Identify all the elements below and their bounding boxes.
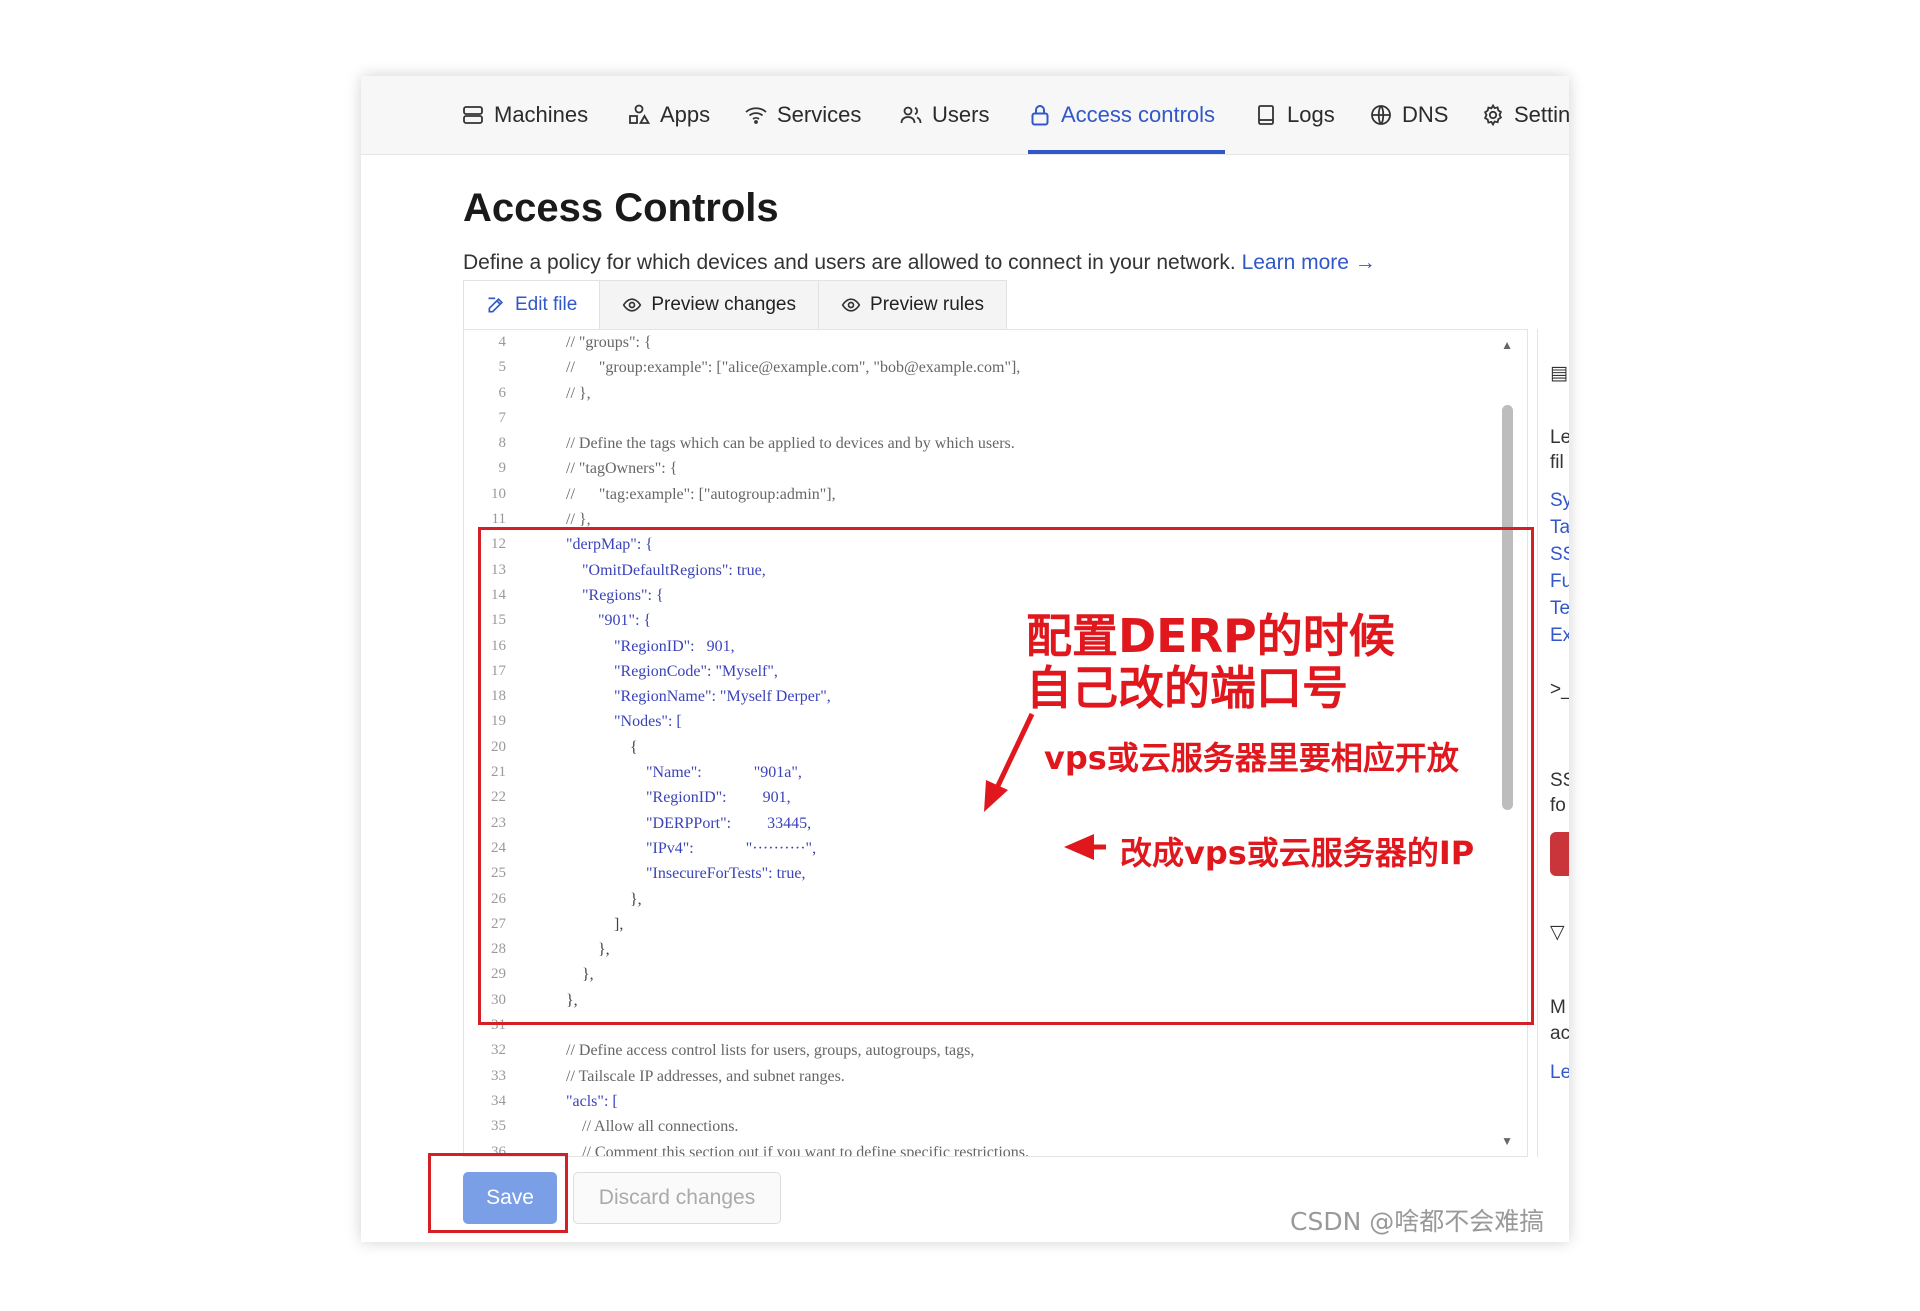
line-text: // Allow all connections. xyxy=(566,1118,739,1136)
save-highlight-box xyxy=(428,1153,568,1233)
side-text: fo xyxy=(1550,795,1566,816)
line-text: // Comment this section out if you want … xyxy=(566,1143,1030,1157)
nav-label: Users xyxy=(932,102,990,127)
tab-label: Edit file xyxy=(515,294,578,315)
watermark: CSDN @啥都不会难搞 xyxy=(1290,1207,1545,1236)
scroll-down-arrow-icon[interactable]: ▼ xyxy=(1501,1134,1513,1148)
side-action-button[interactable] xyxy=(1550,832,1569,876)
line-number: 5 xyxy=(498,359,507,376)
scroll-up-arrow-icon[interactable]: ▲ xyxy=(1501,338,1513,352)
globe-icon xyxy=(1371,105,1391,125)
lock-icon xyxy=(1031,105,1049,126)
side-link[interactable]: Ex xyxy=(1550,625,1569,647)
tab-preview-rules[interactable]: Preview rules xyxy=(819,280,1008,329)
line-number: 10 xyxy=(491,485,506,502)
top-nav: Machines Apps Services Users Access cont… xyxy=(361,76,1569,155)
machines-icon xyxy=(463,106,483,124)
annotation-port-note: vps或云服务器里要相应开放 xyxy=(1044,739,1459,777)
nav-label: Settin xyxy=(1514,102,1569,127)
apps-icon xyxy=(629,104,651,124)
line-number: 35 xyxy=(491,1118,506,1135)
line-text: "acls": [ xyxy=(566,1092,618,1110)
side-link[interactable]: Le xyxy=(1550,1062,1569,1084)
nav-label: DNS xyxy=(1402,102,1449,127)
line-number: 6 xyxy=(498,384,507,401)
nav-label: Logs xyxy=(1287,102,1335,127)
line-text: // "group:example": ["alice@example.com"… xyxy=(566,359,1021,377)
line-text: // Define the tags which can be applied … xyxy=(566,435,1015,453)
line-text: // "tag:example": ["autogroup:admin"], xyxy=(566,485,836,503)
side-text: SS xyxy=(1550,770,1569,791)
line-number: 9 xyxy=(498,460,507,477)
nav-label: Access controls xyxy=(1061,102,1216,127)
editor-tabs: Edit file Preview changes Preview rules xyxy=(463,280,1008,329)
document-icon: ▤ xyxy=(1550,363,1568,384)
nav-dns[interactable]: DNS xyxy=(1369,102,1448,128)
nav-label: Services xyxy=(777,102,862,127)
page-description: Define a policy for which devices and us… xyxy=(463,251,1376,275)
nav-users[interactable]: Users xyxy=(899,102,989,128)
nav-services[interactable]: Services xyxy=(744,102,861,128)
annotation-ip-note: 改成vps或云服务器的IP xyxy=(1120,834,1475,872)
line-number: 7 xyxy=(498,409,507,426)
side-link[interactable]: Ta xyxy=(1550,517,1569,539)
nav-access-controls[interactable]: Access controls xyxy=(1028,102,1215,128)
logs-icon xyxy=(1258,105,1274,125)
line-number: 8 xyxy=(498,435,507,452)
edit-icon xyxy=(488,297,504,313)
tab-edit-file[interactable]: Edit file xyxy=(463,280,601,329)
line-text: // Define access control lists for users… xyxy=(566,1042,975,1060)
nav-apps[interactable]: Apps xyxy=(627,102,710,128)
line-number: 4 xyxy=(498,334,507,350)
learn-more-link[interactable]: Learn more → xyxy=(1242,251,1376,274)
line-text: // Tailscale IP addresses, and subnet ra… xyxy=(566,1067,845,1085)
gear-icon xyxy=(1483,103,1503,127)
line-text: // "tagOwners": { xyxy=(566,460,678,478)
tab-label: Preview rules xyxy=(870,294,985,315)
line-number: 33 xyxy=(491,1067,506,1084)
line-number: 32 xyxy=(491,1042,506,1059)
line-text: // }, xyxy=(566,384,591,402)
side-link[interactable]: SS xyxy=(1550,544,1569,566)
side-text: Le xyxy=(1550,427,1569,448)
annotation-title-line2: 自己改的端口号 xyxy=(1026,661,1348,715)
side-panel: ▤ Le fil Sy Ta SS Fu Te Ex >_ SS fo ▽ M … xyxy=(1537,329,1569,1157)
description-text: Define a policy for which devices and us… xyxy=(463,251,1236,274)
users-icon xyxy=(900,106,922,124)
nav-label: Machines xyxy=(494,102,589,127)
line-text: // "groups": { xyxy=(566,334,652,351)
tab-preview-changes[interactable]: Preview changes xyxy=(600,280,820,329)
side-text: fil xyxy=(1550,452,1564,473)
discard-changes-button[interactable]: Discard changes xyxy=(573,1172,781,1224)
side-text: M xyxy=(1550,997,1566,1018)
nav-settings[interactable]: Settin xyxy=(1481,102,1569,128)
eye-icon xyxy=(623,298,642,312)
nav-logs[interactable]: Logs xyxy=(1254,102,1335,128)
eye-icon xyxy=(841,298,861,312)
wifi-icon xyxy=(745,107,767,124)
nav-label: Apps xyxy=(660,102,711,127)
side-text: ac xyxy=(1550,1023,1569,1044)
active-tab-indicator xyxy=(1028,150,1225,154)
tab-label: Preview changes xyxy=(651,294,797,315)
side-link[interactable]: Te xyxy=(1550,598,1569,620)
terminal-icon: >_ xyxy=(1550,679,1569,700)
nav-machines[interactable]: Machines xyxy=(461,102,588,128)
page-title: Access Controls xyxy=(463,186,779,230)
side-link[interactable]: Fu xyxy=(1550,571,1569,593)
side-link[interactable]: Sy xyxy=(1550,490,1569,512)
line-number: 34 xyxy=(491,1092,506,1109)
filter-icon[interactable]: ▽ xyxy=(1550,921,1565,944)
